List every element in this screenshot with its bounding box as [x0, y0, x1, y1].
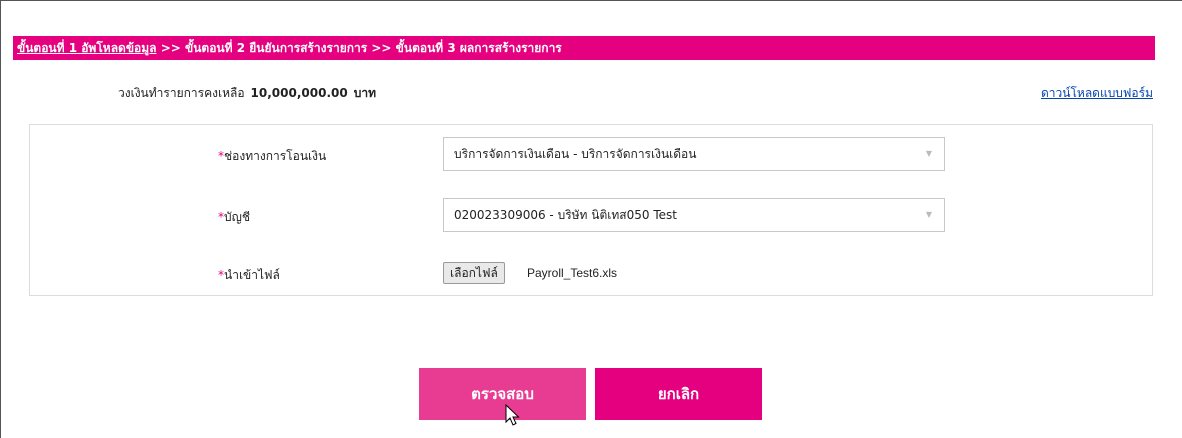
step-1-link[interactable]: ขั้นตอนที่ 1 อัพโหลดข้อมูล — [17, 41, 157, 55]
file-label-text: นำเข้าไฟล์ — [224, 268, 280, 282]
step-progress-bar: ขั้นตอนที่ 1 อัพโหลดข้อมูล >> ขั้นตอนที่… — [13, 36, 1155, 60]
download-form-link[interactable]: ดาวน์โหลดแบบฟอร์ม — [1041, 84, 1153, 103]
account-label-text: บัญชี — [224, 210, 250, 224]
channel-select-value: บริการจัดการเงินเดือน - บริการจัดการเงิน… — [454, 147, 697, 161]
choose-file-button[interactable]: เลือกไฟล์ — [443, 262, 505, 284]
step-separator: >> — [156, 41, 185, 55]
chevron-down-icon: ▼ — [925, 210, 932, 219]
step-separator: >> — [367, 41, 396, 55]
check-button[interactable]: ตรวจสอบ — [419, 368, 586, 420]
remaining-limit-unit: บาท — [353, 86, 376, 100]
account-select[interactable]: 020023309006 - บริษัท นิติเทส050 Test ▼ — [443, 198, 945, 232]
mouse-pointer-icon — [505, 404, 520, 426]
cancel-button[interactable]: ยกเลิก — [595, 368, 762, 420]
remaining-limit-label: วงเงินทำรายการคงเหลือ — [118, 86, 245, 100]
account-select-value: 020023309006 - บริษัท นิติเทส050 Test — [454, 208, 677, 222]
channel-label-text: ช่องทางการโอนเงิน — [224, 149, 327, 163]
selected-file-name: Payroll_Test6.xls — [527, 266, 618, 280]
account-field-label: *บัญชี — [218, 208, 250, 227]
remaining-limit: วงเงินทำรายการคงเหลือ 10,000,000.00 บาท — [118, 84, 376, 103]
step-2-label: ขั้นตอนที่ 2 ยืนยันการสร้างรายการ — [185, 41, 368, 55]
channel-field-label: *ช่องทางการโอนเงิน — [218, 147, 326, 166]
channel-select[interactable]: บริการจัดการเงินเดือน - บริการจัดการเงิน… — [443, 137, 945, 171]
window-left-border — [0, 0, 1, 438]
file-field-label: *นำเข้าไฟล์ — [218, 266, 280, 285]
remaining-limit-amount: 10,000,000.00 — [250, 86, 348, 100]
chevron-down-icon: ▼ — [925, 149, 932, 158]
window-top-border — [0, 0, 1182, 1]
step-3-label: ขั้นตอนที่ 3 ผลการสร้างรายการ — [395, 41, 562, 55]
